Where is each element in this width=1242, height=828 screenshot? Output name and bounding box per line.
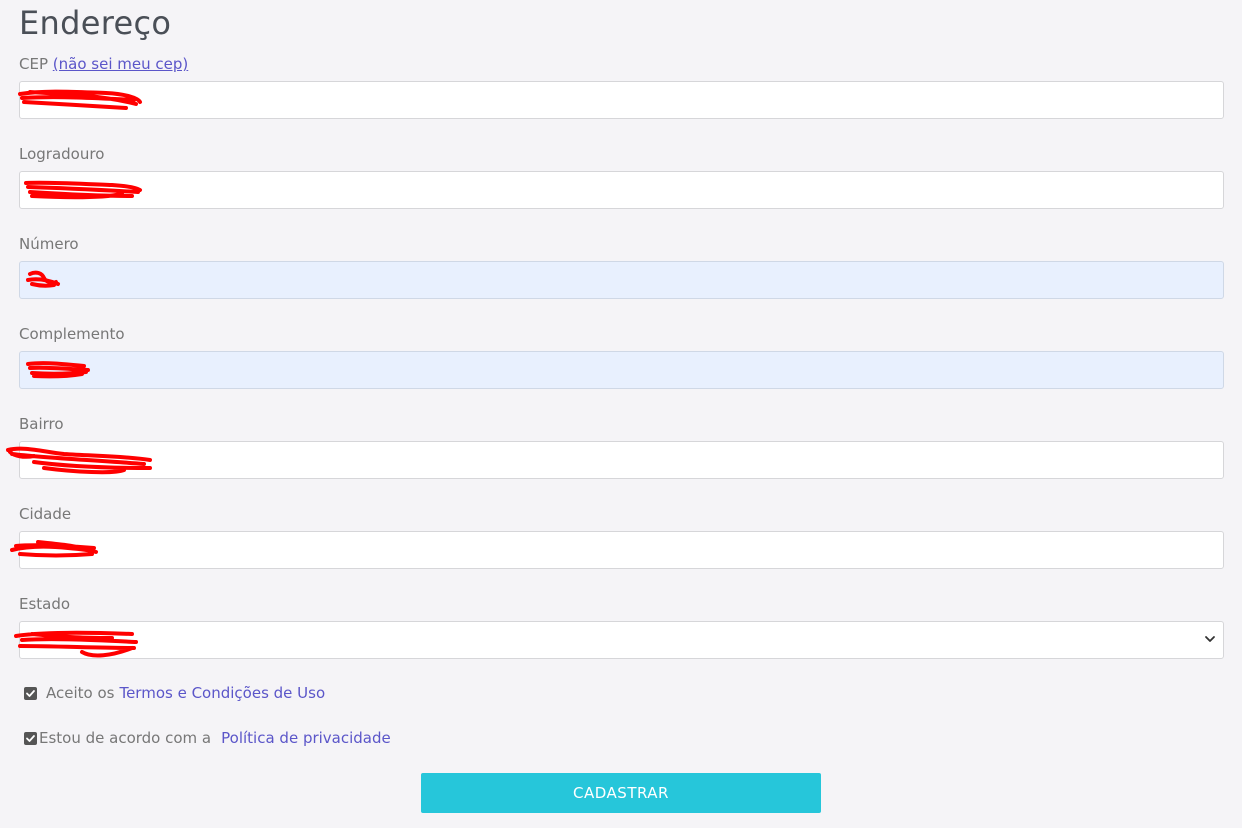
- bairro-label: Bairro: [19, 415, 64, 433]
- terms-checkbox[interactable]: [24, 686, 37, 700]
- privacy-checkbox[interactable]: [24, 731, 37, 745]
- terms-link[interactable]: Termos e Condições de Uso: [119, 684, 325, 702]
- bairro-input[interactable]: [19, 441, 1224, 479]
- check-icon: [26, 734, 35, 742]
- terms-row: Aceito os Termos e Condições de Uso: [24, 684, 325, 702]
- cep-input[interactable]: [19, 81, 1224, 119]
- cep-label-text: CEP: [19, 55, 48, 73]
- logradouro-label: Logradouro: [19, 145, 105, 163]
- complemento-label: Complemento: [19, 325, 125, 343]
- cidade-label: Cidade: [19, 505, 72, 523]
- terms-prefix: Aceito os: [46, 684, 115, 702]
- privacy-prefix: Estou de acordo com a: [39, 729, 212, 747]
- section-title: Endereço: [19, 4, 172, 42]
- privacy-link[interactable]: Política de privacidade: [221, 729, 391, 747]
- numero-label: Número: [19, 235, 79, 253]
- submit-button[interactable]: CADASTRAR: [421, 773, 821, 813]
- complemento-input[interactable]: [19, 351, 1224, 389]
- estado-select[interactable]: [19, 621, 1224, 659]
- estado-dropdown[interactable]: [19, 621, 1224, 659]
- cep-label: CEP (não sei meu cep): [19, 55, 188, 73]
- estado-label: Estado: [19, 595, 71, 613]
- chevron-down-icon: [1205, 636, 1215, 642]
- address-form: Endereço CEP (não sei meu cep) Logradour…: [0, 0, 1242, 828]
- check-icon: [26, 689, 35, 697]
- privacy-row: Estou de acordo com a Política de privac…: [24, 729, 391, 747]
- logradouro-input[interactable]: [19, 171, 1224, 209]
- cidade-input[interactable]: [19, 531, 1224, 569]
- cep-help-link[interactable]: (não sei meu cep): [53, 55, 188, 73]
- numero-input[interactable]: [19, 261, 1224, 299]
